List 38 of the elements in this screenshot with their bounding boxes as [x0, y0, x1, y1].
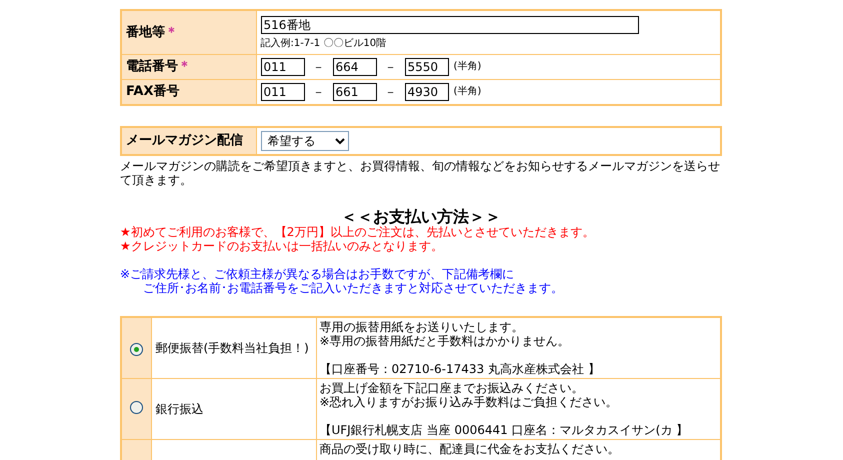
- radio-button[interactable]: [130, 342, 143, 356]
- radio-button[interactable]: [130, 401, 143, 414]
- field-label: メールマガジン配信: [126, 133, 243, 148]
- note-text: (半角): [454, 60, 482, 74]
- dash-text: －: [312, 85, 324, 99]
- hint-text: 記入例:1-7-1 〇〇ビル10階: [260, 37, 388, 51]
- field-label: FAX番号: [126, 84, 180, 99]
- field-label: 電話番号: [126, 59, 178, 74]
- method-name: 郵便振替(手数料当社負担！): [156, 341, 309, 355]
- input-field[interactable]: 4930: [404, 83, 448, 101]
- description-line: ※専用の振替用紙だと手数料はかかりません。: [320, 334, 571, 348]
- input-field[interactable]: 011: [260, 58, 304, 76]
- description-line: 商品の受け取り時に、配達員に代金をお支払ください。: [320, 442, 620, 456]
- input-field[interactable]: 661: [332, 83, 376, 101]
- description-line: ※恐れ入りますがお振り込み手数料はご負担ください。: [320, 395, 619, 409]
- description-line: お買上げ金額を下記口座までお振込みください。: [320, 381, 584, 395]
- section-heading: ＜＜お支払い方法＞＞: [340, 209, 502, 225]
- dash-text: －: [384, 85, 396, 99]
- input-field[interactable]: 011: [260, 83, 304, 101]
- input-field[interactable]: 516番地: [260, 16, 638, 34]
- description-line: 【UFJ銀行札幌支店 当座 0006441 口座名：マルタカスイサン(カ 】: [320, 423, 690, 437]
- note-text: (半角): [454, 85, 482, 99]
- dropdown[interactable]: 希望する: [260, 131, 348, 151]
- description-text: メールマガジンの購読をご希望頂きますと、お買得情報、旬の情報などをお知らせするメールマガジンを送らせて頂きます。: [120, 159, 721, 187]
- notice-text: ★初めてご利用のお客様で、【2万円】以上のご注文は、先払いとさせていただきます。: [120, 225, 596, 239]
- dash-text: －: [384, 60, 396, 74]
- description-line: 専用の振替用紙をお送りいたします。: [320, 320, 524, 334]
- notice-text: ご住所･お名前･お電話番号をご記入いただきますと対応させていただきます。: [142, 281, 564, 295]
- description-line: 【口座番号：02710-6-17433 丸高水産株式会社 】: [320, 362, 601, 376]
- notice-text: ★クレジットカードのお支払いは一括払いのみとなります。: [120, 239, 444, 253]
- dash-text: －: [312, 60, 324, 74]
- field-label: 番地等: [126, 24, 165, 40]
- input-field[interactable]: 664: [332, 58, 376, 76]
- required-mark: ＊: [178, 59, 191, 74]
- notice-text: ※ご請求先様と、ご依頼主様が異なる場合はお手数ですが、下記備考欄に: [120, 267, 516, 281]
- required-mark: ＊: [165, 24, 178, 40]
- input-field[interactable]: 5550: [404, 58, 448, 76]
- method-name: 銀行振込: [156, 402, 204, 416]
